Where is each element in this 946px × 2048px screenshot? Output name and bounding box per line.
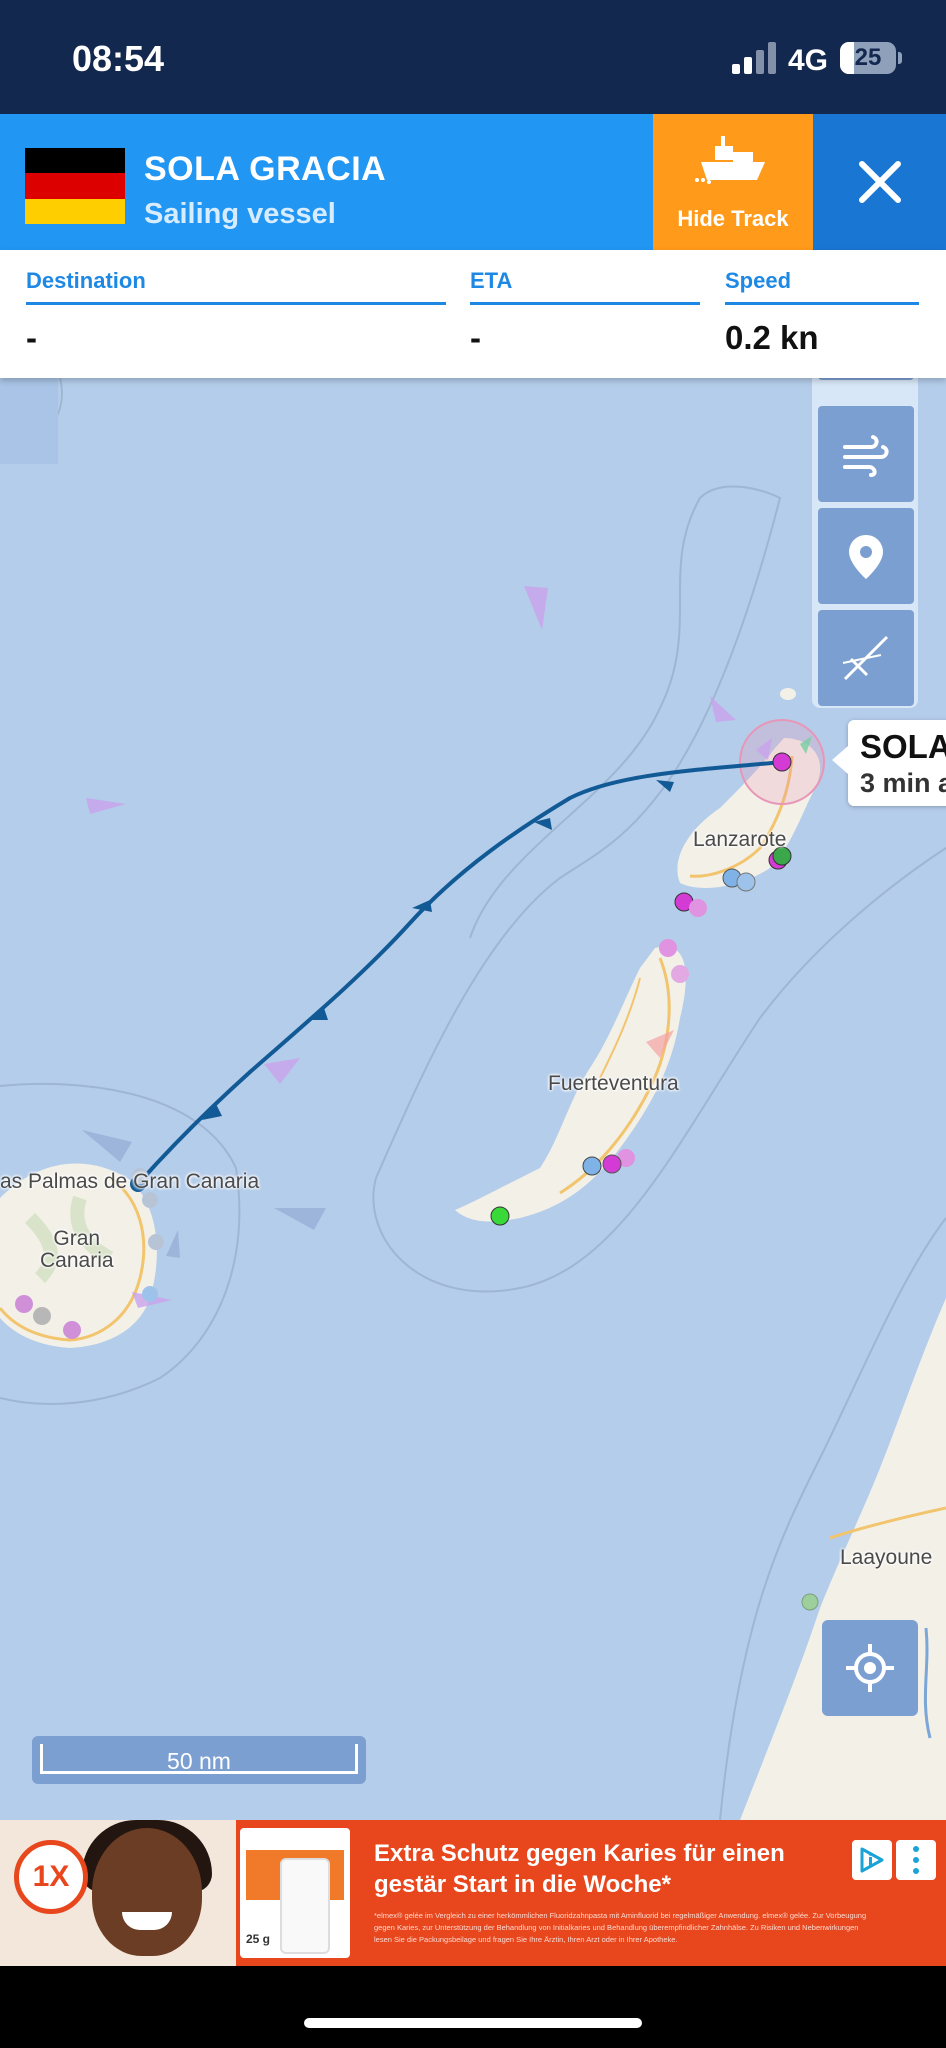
label-gran-canaria: Gran Canaria	[40, 1227, 114, 1272]
crosshair-icon	[846, 1644, 894, 1692]
hide-track-button[interactable]: Hide Track	[653, 114, 813, 250]
destination-value: -	[26, 319, 37, 356]
measure-button[interactable]	[818, 610, 914, 706]
home-indicator[interactable]	[304, 2018, 642, 2028]
layers-button[interactable]	[818, 378, 914, 380]
label-las-palmas: as Palmas de Gran Canaria	[0, 1170, 260, 1193]
status-bar: 08:54 4G 25	[0, 0, 946, 114]
location-pin-button[interactable]	[818, 508, 914, 604]
ad-photo: 1X	[0, 1820, 236, 1966]
ad-product-image: 25 g	[240, 1828, 350, 1958]
my-location-button[interactable]	[822, 1620, 918, 1716]
scale-bar: 50 nm	[32, 1736, 366, 1784]
status-time: 08:54	[72, 38, 165, 79]
close-button[interactable]	[813, 114, 946, 250]
advertisement-banner[interactable]: 1X 25 g Extra Schutz gegen Karies für ei…	[0, 1820, 946, 1966]
vessel-type: Sailing vessel	[144, 198, 336, 230]
battery-icon: 25	[840, 42, 896, 74]
hide-track-label: Hide Track	[677, 206, 789, 231]
vessel-info-row: Destination - ETA - Speed 0.2 kn	[0, 250, 946, 378]
scale-label: 50 nm	[167, 1748, 231, 1774]
eta-label: ETA	[470, 268, 700, 305]
measure-icon	[842, 635, 889, 681]
map-canvas	[0, 378, 946, 1820]
label-lanzarote: Lanzarote	[693, 828, 787, 851]
ad-choices-button[interactable]	[852, 1840, 892, 1880]
home-indicator-area	[0, 1966, 946, 2048]
map-view[interactable]: as Palmas de Gran Canaria Gran Canaria F…	[0, 378, 946, 1820]
ad-pack-size: 25 g	[246, 1932, 271, 1946]
speed-value: 0.2 kn	[725, 319, 819, 356]
network-type: 4G	[788, 44, 829, 77]
callout-vessel-name: SOLA	[860, 728, 946, 765]
battery-percent: 25	[854, 44, 882, 71]
vessel-header: SOLA GRACIA Sailing vessel Hide Track	[0, 114, 946, 250]
label-fuerteventura: Fuerteventura	[548, 1072, 679, 1095]
eta-value: -	[470, 319, 481, 356]
callout-time: 3 min a	[860, 768, 946, 798]
ship-icon	[695, 136, 765, 184]
ad-badge: 1X	[14, 1840, 88, 1914]
ad-fine-print: *elmex® gelée im Vergleich zu einer herk…	[374, 1911, 867, 1944]
vessel-name: SOLA GRACIA	[144, 150, 387, 188]
eta-field: ETA -	[470, 268, 700, 357]
wind-icon	[843, 435, 889, 477]
wind-button[interactable]	[818, 406, 914, 502]
ad-more-button[interactable]	[896, 1840, 936, 1880]
vessel-callout[interactable]: SOLA 3 min a	[832, 720, 946, 806]
location-pin-icon	[849, 535, 883, 579]
germany-flag-icon	[25, 148, 125, 225]
speed-field: Speed 0.2 kn	[725, 268, 919, 357]
destination-label: Destination	[26, 268, 446, 305]
speed-label: Speed	[725, 268, 919, 305]
label-laayoune: Laayoune	[840, 1546, 933, 1569]
ad-headline: Extra Schutz gegen Karies für einen gest…	[374, 1840, 785, 1898]
close-icon	[859, 161, 901, 203]
ad-choices-icon	[860, 1847, 884, 1873]
signal-icon	[732, 42, 776, 74]
destination-field: Destination -	[26, 268, 446, 357]
